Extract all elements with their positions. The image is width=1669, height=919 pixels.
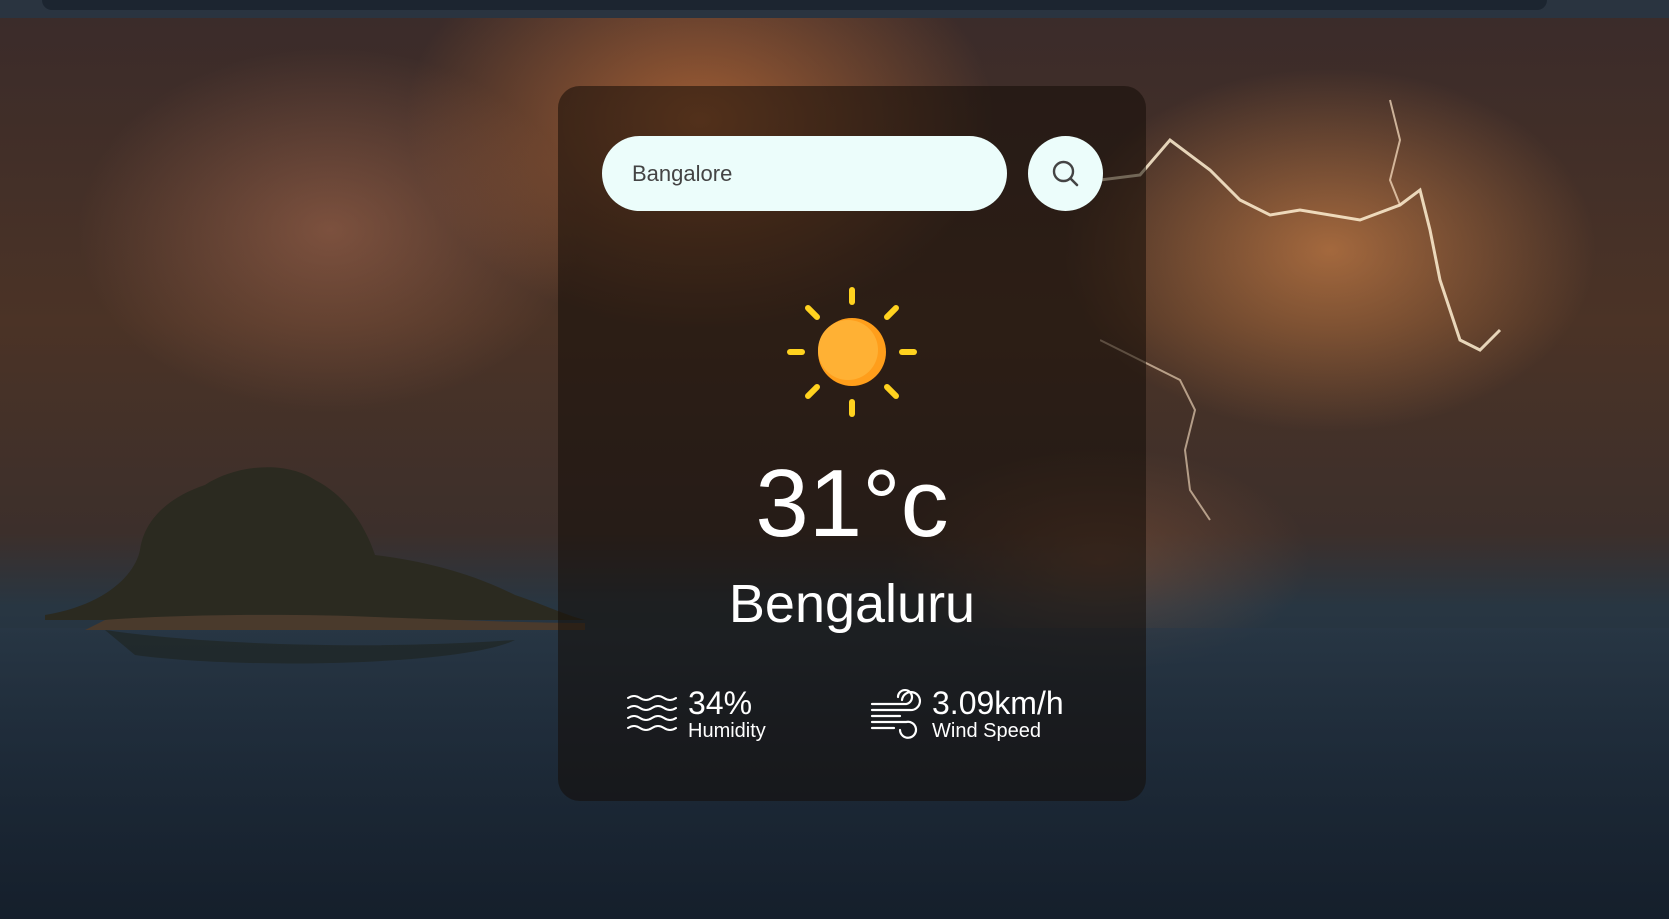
background-lightning [1100, 99, 1502, 521]
sun-icon [787, 287, 917, 417]
wind-icon [870, 688, 922, 739]
weather-app-page: 31°c Bengaluru 34% Humidity [0, 0, 1669, 919]
wind-text: 3.09km/h Wind Speed [932, 686, 1064, 742]
browser-top-strip [0, 0, 1669, 18]
background-island [45, 467, 585, 664]
city-name: Bengaluru [728, 574, 976, 634]
humidity-detail: 34% Humidity [626, 686, 766, 742]
humidity-label: Humidity [688, 720, 766, 742]
weather-card: 31°c Bengaluru 34% Humidity [558, 86, 1146, 801]
wind-value: 3.09km/h [932, 685, 1064, 721]
humidity-value: 34% [688, 685, 753, 721]
wind-label: Wind Speed [932, 720, 1041, 742]
search-input[interactable] [602, 136, 1007, 211]
search-button[interactable] [1028, 136, 1103, 211]
humidity-waves-icon [627, 695, 677, 731]
browser-top-bar [42, 0, 1547, 10]
humidity-text: 34% Humidity [688, 686, 766, 742]
search-icon [1052, 160, 1078, 186]
temperature: 31°c [755, 450, 949, 557]
wind-detail: 3.09km/h Wind Speed [870, 686, 1064, 742]
